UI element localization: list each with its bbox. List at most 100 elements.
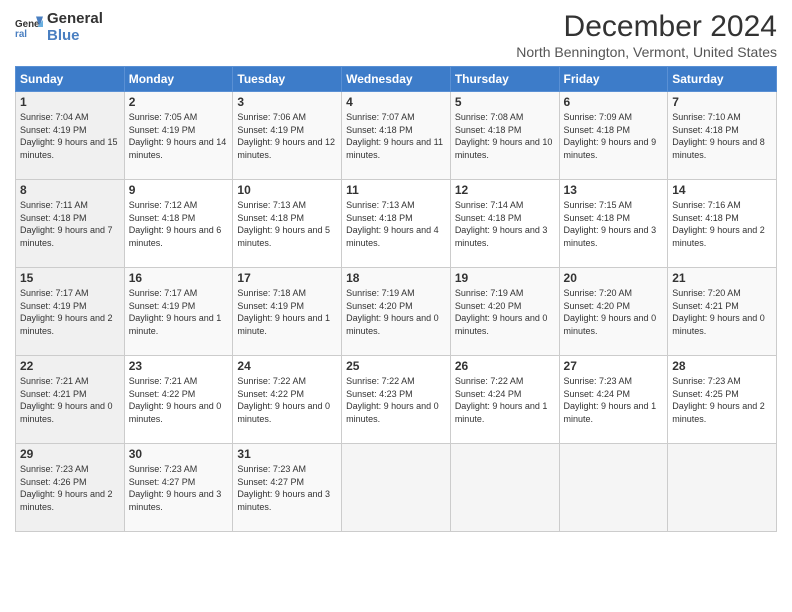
- cell-content: Sunrise: 7:19 AMSunset: 4:20 PMDaylight:…: [346, 288, 439, 336]
- main-title: December 2024: [516, 10, 777, 44]
- day-number: 6: [564, 95, 664, 109]
- table-row: 6 Sunrise: 7:09 AMSunset: 4:18 PMDayligh…: [559, 92, 668, 180]
- table-row: 27 Sunrise: 7:23 AMSunset: 4:24 PMDaylig…: [559, 356, 668, 444]
- table-row: 14 Sunrise: 7:16 AMSunset: 4:18 PMDaylig…: [668, 180, 777, 268]
- cell-content: Sunrise: 7:07 AMSunset: 4:18 PMDaylight:…: [346, 112, 443, 160]
- cell-content: Sunrise: 7:17 AMSunset: 4:19 PMDaylight:…: [20, 288, 113, 336]
- table-row: 25 Sunrise: 7:22 AMSunset: 4:23 PMDaylig…: [342, 356, 451, 444]
- table-row: [342, 444, 451, 532]
- cell-content: Sunrise: 7:22 AMSunset: 4:22 PMDaylight:…: [237, 376, 330, 424]
- table-row: 22 Sunrise: 7:21 AMSunset: 4:21 PMDaylig…: [16, 356, 125, 444]
- table-row: 8 Sunrise: 7:11 AMSunset: 4:18 PMDayligh…: [16, 180, 125, 268]
- cell-content: Sunrise: 7:09 AMSunset: 4:18 PMDaylight:…: [564, 112, 657, 160]
- day-number: 15: [20, 271, 120, 285]
- day-number: 18: [346, 271, 446, 285]
- table-row: 29 Sunrise: 7:23 AMSunset: 4:26 PMDaylig…: [16, 444, 125, 532]
- cell-content: Sunrise: 7:21 AMSunset: 4:22 PMDaylight:…: [129, 376, 222, 424]
- day-number: 3: [237, 95, 337, 109]
- cell-content: Sunrise: 7:06 AMSunset: 4:19 PMDaylight:…: [237, 112, 335, 160]
- col-wednesday: Wednesday: [342, 67, 451, 92]
- table-row: 17 Sunrise: 7:18 AMSunset: 4:19 PMDaylig…: [233, 268, 342, 356]
- cell-content: Sunrise: 7:11 AMSunset: 4:18 PMDaylight:…: [20, 200, 113, 248]
- table-row: 16 Sunrise: 7:17 AMSunset: 4:19 PMDaylig…: [124, 268, 233, 356]
- day-number: 10: [237, 183, 337, 197]
- col-monday: Monday: [124, 67, 233, 92]
- col-friday: Friday: [559, 67, 668, 92]
- cell-content: Sunrise: 7:22 AMSunset: 4:24 PMDaylight:…: [455, 376, 548, 424]
- day-number: 9: [129, 183, 229, 197]
- day-number: 19: [455, 271, 555, 285]
- day-number: 31: [237, 447, 337, 461]
- day-number: 17: [237, 271, 337, 285]
- table-row: 12 Sunrise: 7:14 AMSunset: 4:18 PMDaylig…: [450, 180, 559, 268]
- col-saturday: Saturday: [668, 67, 777, 92]
- cell-content: Sunrise: 7:16 AMSunset: 4:18 PMDaylight:…: [672, 200, 765, 248]
- table-row: 15 Sunrise: 7:17 AMSunset: 4:19 PMDaylig…: [16, 268, 125, 356]
- day-number: 4: [346, 95, 446, 109]
- cell-content: Sunrise: 7:23 AMSunset: 4:27 PMDaylight:…: [129, 464, 222, 512]
- table-row: 9 Sunrise: 7:12 AMSunset: 4:18 PMDayligh…: [124, 180, 233, 268]
- cell-content: Sunrise: 7:20 AMSunset: 4:20 PMDaylight:…: [564, 288, 657, 336]
- table-row: 10 Sunrise: 7:13 AMSunset: 4:18 PMDaylig…: [233, 180, 342, 268]
- table-row: 19 Sunrise: 7:19 AMSunset: 4:20 PMDaylig…: [450, 268, 559, 356]
- table-row: [450, 444, 559, 532]
- col-tuesday: Tuesday: [233, 67, 342, 92]
- day-number: 22: [20, 359, 120, 373]
- day-number: 1: [20, 95, 120, 109]
- table-row: 4 Sunrise: 7:07 AMSunset: 4:18 PMDayligh…: [342, 92, 451, 180]
- cell-content: Sunrise: 7:12 AMSunset: 4:18 PMDaylight:…: [129, 200, 222, 248]
- table-row: 28 Sunrise: 7:23 AMSunset: 4:25 PMDaylig…: [668, 356, 777, 444]
- day-number: 26: [455, 359, 555, 373]
- day-number: 20: [564, 271, 664, 285]
- cell-content: Sunrise: 7:23 AMSunset: 4:27 PMDaylight:…: [237, 464, 330, 512]
- cell-content: Sunrise: 7:23 AMSunset: 4:24 PMDaylight:…: [564, 376, 657, 424]
- logo-text-blue: Blue: [47, 27, 103, 44]
- table-row: 26 Sunrise: 7:22 AMSunset: 4:24 PMDaylig…: [450, 356, 559, 444]
- table-row: 11 Sunrise: 7:13 AMSunset: 4:18 PMDaylig…: [342, 180, 451, 268]
- cell-content: Sunrise: 7:20 AMSunset: 4:21 PMDaylight:…: [672, 288, 765, 336]
- cell-content: Sunrise: 7:21 AMSunset: 4:21 PMDaylight:…: [20, 376, 113, 424]
- day-number: 14: [672, 183, 772, 197]
- day-number: 11: [346, 183, 446, 197]
- day-number: 8: [20, 183, 120, 197]
- table-row: [559, 444, 668, 532]
- title-block: December 2024 North Bennington, Vermont,…: [516, 10, 777, 60]
- logo-icon: Gene ral: [15, 13, 43, 41]
- day-number: 16: [129, 271, 229, 285]
- table-row: 18 Sunrise: 7:19 AMSunset: 4:20 PMDaylig…: [342, 268, 451, 356]
- header: Gene ral General Blue December 2024 Nort…: [15, 10, 777, 60]
- table-row: 23 Sunrise: 7:21 AMSunset: 4:22 PMDaylig…: [124, 356, 233, 444]
- logo-text-general: General: [47, 10, 103, 27]
- table-row: 7 Sunrise: 7:10 AMSunset: 4:18 PMDayligh…: [668, 92, 777, 180]
- day-number: 30: [129, 447, 229, 461]
- cell-content: Sunrise: 7:13 AMSunset: 4:18 PMDaylight:…: [346, 200, 439, 248]
- svg-text:ral: ral: [15, 29, 27, 40]
- table-row: 21 Sunrise: 7:20 AMSunset: 4:21 PMDaylig…: [668, 268, 777, 356]
- table-row: 3 Sunrise: 7:06 AMSunset: 4:19 PMDayligh…: [233, 92, 342, 180]
- col-thursday: Thursday: [450, 67, 559, 92]
- cell-content: Sunrise: 7:14 AMSunset: 4:18 PMDaylight:…: [455, 200, 548, 248]
- cell-content: Sunrise: 7:18 AMSunset: 4:19 PMDaylight:…: [237, 288, 330, 336]
- day-number: 2: [129, 95, 229, 109]
- cell-content: Sunrise: 7:08 AMSunset: 4:18 PMDaylight:…: [455, 112, 553, 160]
- cell-content: Sunrise: 7:22 AMSunset: 4:23 PMDaylight:…: [346, 376, 439, 424]
- cell-content: Sunrise: 7:23 AMSunset: 4:26 PMDaylight:…: [20, 464, 113, 512]
- day-number: 25: [346, 359, 446, 373]
- table-row: 5 Sunrise: 7:08 AMSunset: 4:18 PMDayligh…: [450, 92, 559, 180]
- cell-content: Sunrise: 7:10 AMSunset: 4:18 PMDaylight:…: [672, 112, 765, 160]
- table-row: 31 Sunrise: 7:23 AMSunset: 4:27 PMDaylig…: [233, 444, 342, 532]
- cell-content: Sunrise: 7:15 AMSunset: 4:18 PMDaylight:…: [564, 200, 657, 248]
- table-row: [668, 444, 777, 532]
- day-number: 27: [564, 359, 664, 373]
- cell-content: Sunrise: 7:17 AMSunset: 4:19 PMDaylight:…: [129, 288, 222, 336]
- day-number: 12: [455, 183, 555, 197]
- day-number: 7: [672, 95, 772, 109]
- day-number: 24: [237, 359, 337, 373]
- table-row: 1 Sunrise: 7:04 AMSunset: 4:19 PMDayligh…: [16, 92, 125, 180]
- day-number: 29: [20, 447, 120, 461]
- day-number: 5: [455, 95, 555, 109]
- table-row: 24 Sunrise: 7:22 AMSunset: 4:22 PMDaylig…: [233, 356, 342, 444]
- page: Gene ral General Blue December 2024 Nort…: [0, 0, 792, 612]
- day-number: 21: [672, 271, 772, 285]
- subtitle: North Bennington, Vermont, United States: [516, 44, 777, 60]
